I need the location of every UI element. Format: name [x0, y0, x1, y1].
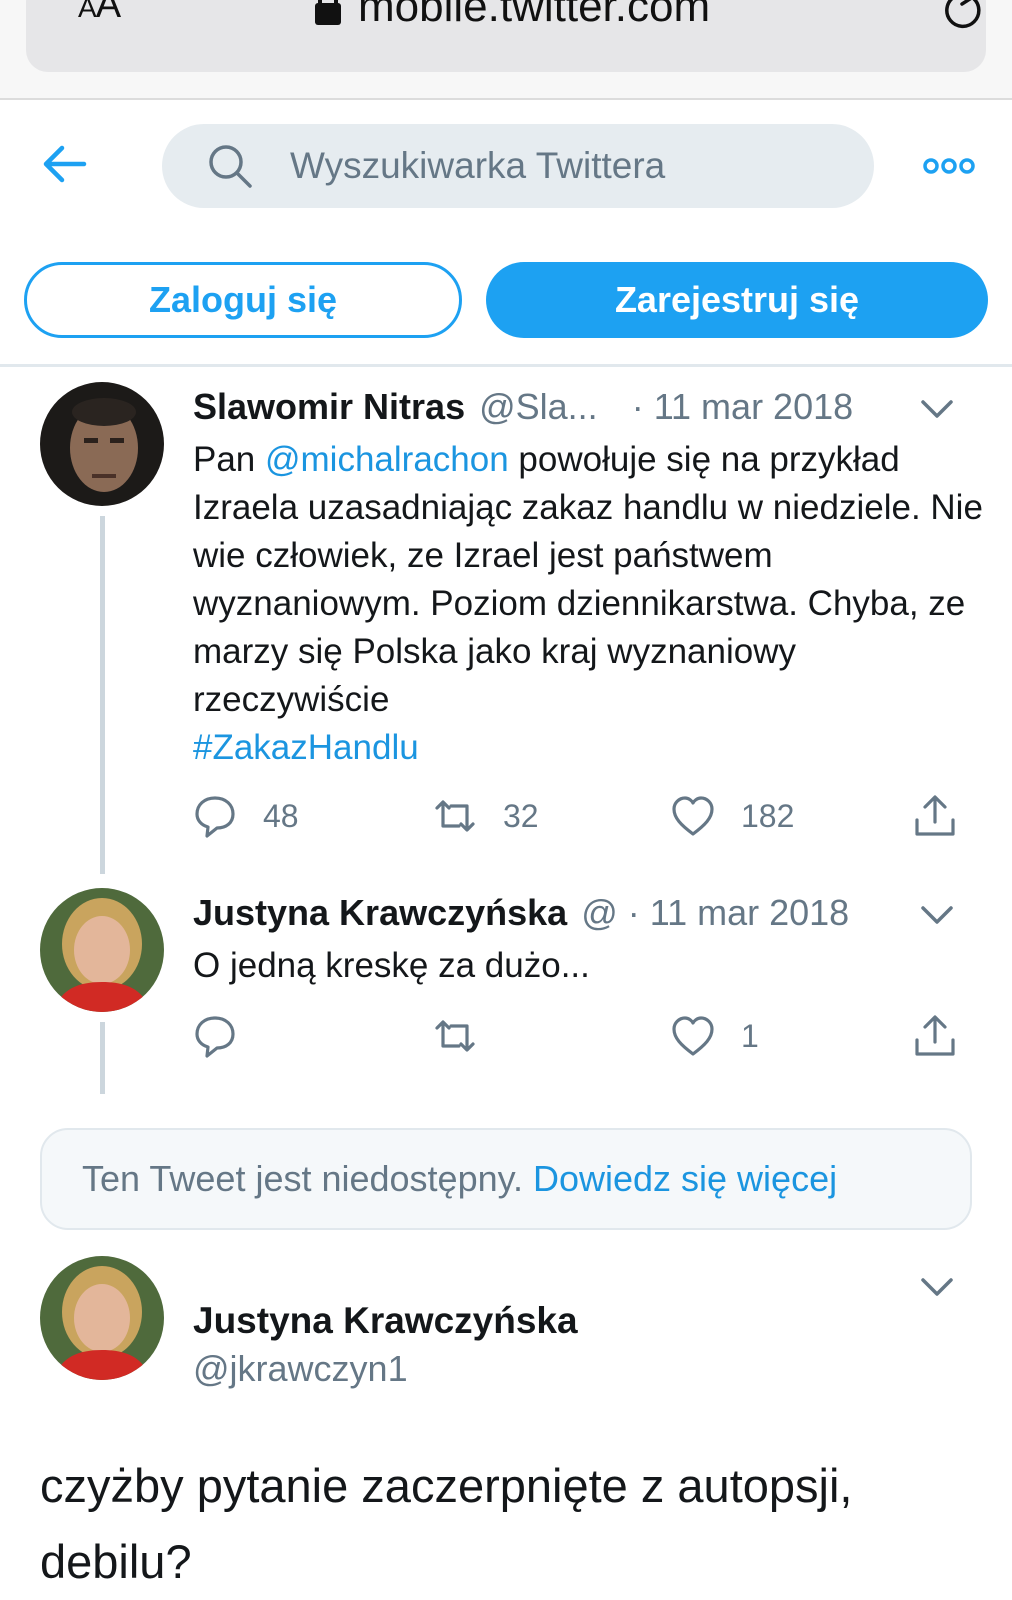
tweet-text: O jedną kreskę za dużo... — [193, 946, 590, 985]
avatar-slawomir-nitras[interactable] — [40, 382, 164, 506]
reply-icon — [195, 796, 235, 838]
thread-line — [100, 1022, 105, 1094]
reply-count: 48 — [263, 797, 299, 834]
heart-icon — [672, 1016, 714, 1056]
reply-button[interactable] — [193, 1014, 263, 1058]
share-button[interactable] — [913, 1014, 983, 1058]
chevron-down-icon[interactable] — [920, 904, 954, 926]
like-count: 1 — [741, 1017, 759, 1054]
retweet-count: 32 — [503, 797, 539, 834]
author-handle[interactable]: @Sla... — [479, 386, 598, 428]
chevron-down-icon[interactable] — [920, 1276, 954, 1298]
separator-dot: · — [631, 386, 644, 427]
avatar-justyna-krawczynska[interactable] — [40, 888, 164, 1012]
tweet-text-start: Pan — [193, 440, 265, 479]
tweet-header: Slawomir Nitras @Sla... · 11 mar 2018 — [193, 386, 853, 428]
tweet-text-body: powołuje się na przykład Izraela uzasadn… — [193, 440, 983, 719]
back-arrow-icon[interactable] — [40, 142, 88, 186]
search-icon — [209, 145, 252, 188]
login-button[interactable]: Zaloguj się — [24, 262, 462, 338]
like-count: 182 — [741, 797, 795, 834]
text-size-small-glyph: A — [78, 0, 97, 23]
url-text: mobile.twitter.com — [358, 0, 711, 31]
author-handle[interactable]: @jkrawczyn1 — [193, 1348, 408, 1390]
signup-button[interactable]: Zarejestruj się — [486, 262, 988, 338]
reply-icon — [195, 1016, 235, 1058]
chevron-down-icon[interactable] — [920, 398, 954, 420]
search-input[interactable] — [290, 124, 850, 208]
author-name[interactable]: Justyna Krawczyńska — [193, 1300, 578, 1342]
avatar-justyna-krawczynska[interactable] — [40, 1256, 164, 1380]
heart-icon — [672, 796, 714, 836]
reply-button[interactable]: 48 — [193, 794, 299, 838]
share-icon — [915, 1015, 955, 1056]
share-icon — [915, 795, 955, 836]
like-button[interactable]: 182 — [671, 794, 794, 838]
text-size-large-glyph: A — [95, 0, 121, 26]
more-options-icon[interactable] — [922, 156, 976, 176]
like-button[interactable]: 1 — [671, 1014, 759, 1058]
tweet-text: Pan @michalrachon powołuje się na przykł… — [193, 436, 983, 772]
lock-icon — [315, 0, 341, 25]
author-handle[interactable]: @ — [581, 892, 618, 934]
retweet-icon — [435, 800, 475, 832]
avatar-image — [40, 1256, 164, 1380]
header-divider — [0, 364, 1012, 367]
search-box[interactable] — [162, 124, 874, 208]
url-field[interactable]: AA mobile.twitter.com — [26, 0, 986, 72]
retweet-icon — [435, 1020, 475, 1052]
text-size-button[interactable]: AA — [78, 0, 121, 27]
tweet-date[interactable]: 11 mar 2018 — [650, 892, 849, 934]
reload-icon[interactable] — [942, 0, 986, 32]
retweet-button[interactable] — [433, 1014, 503, 1058]
tweet-date[interactable]: 11 mar 2018 — [654, 386, 853, 428]
browser-address-bar: AA mobile.twitter.com — [0, 0, 1012, 100]
separator-dot: · — [627, 892, 640, 933]
hashtag-link[interactable]: #ZakazHandlu — [193, 728, 419, 767]
share-button[interactable] — [913, 794, 983, 838]
url-display[interactable]: mobile.twitter.com — [314, 0, 710, 32]
tweet-header: Justyna Krawczyńska @ · 11 mar 2018 — [193, 892, 849, 934]
thread-line — [100, 516, 105, 874]
author-name[interactable]: Justyna Krawczyńska — [193, 892, 567, 934]
avatar-image — [40, 888, 164, 1012]
tweet-actions: 1 — [193, 1014, 983, 1064]
author-name[interactable]: Slawomir Nitras — [193, 386, 465, 428]
mention-link[interactable]: @michalrachon — [265, 440, 509, 479]
tweet-actions: 48 32 182 — [193, 794, 983, 844]
main-tweet-text: czyżby pytanie zaczerpnięte z autopsji, … — [40, 1459, 853, 1588]
unavailable-tweet-notice: Ten Tweet jest niedostępny. Dowiedz się … — [40, 1128, 972, 1230]
retweet-button[interactable]: 32 — [433, 794, 539, 838]
learn-more-link[interactable]: Dowiedz się więcej — [533, 1158, 837, 1200]
avatar-image — [40, 382, 164, 506]
unavailable-text: Ten Tweet jest niedostępny. — [82, 1158, 523, 1199]
